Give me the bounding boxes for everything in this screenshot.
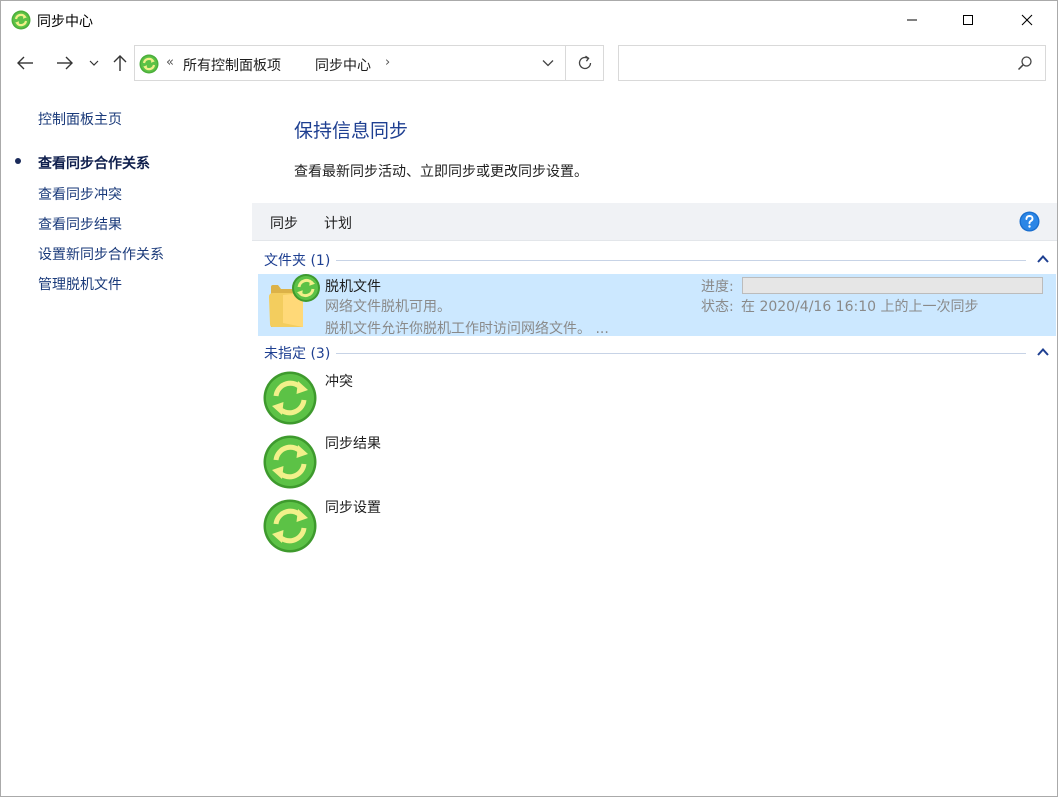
help-icon[interactable] (1019, 211, 1040, 232)
sidebar-item-view-partnerships[interactable]: 查看同步合作关系 (38, 153, 150, 173)
breadcrumb-sync-center[interactable]: 同步中心 (315, 55, 371, 75)
sync-progress-bar (742, 277, 1043, 294)
sync-center-window: 同步中心 « 所有控制面板项 同步中心 › 控制面板主页 查看同步合作关系 查看… (0, 0, 1058, 797)
group-divider (334, 260, 1026, 261)
item-description: 脱机文件允许你脱机工作时访问网络文件。 ... (325, 321, 609, 337)
chevron-up-icon[interactable] (1036, 252, 1050, 266)
sync-icon (263, 499, 317, 553)
chevron-down-icon (542, 60, 554, 67)
back-button[interactable] (13, 51, 37, 75)
window-title: 同步中心 (37, 14, 93, 30)
chevron-down-icon (89, 60, 99, 66)
conflicts-item[interactable]: 冲突 (258, 369, 558, 429)
title-bar: 同步中心 (1, 1, 1057, 39)
sync-settings-item[interactable]: 同步设置 (258, 497, 558, 557)
sync-button[interactable]: 同步 (270, 213, 298, 233)
group-header-unspecified[interactable]: 未指定 (3) (264, 343, 1054, 363)
refresh-button[interactable] (565, 46, 604, 80)
search-box[interactable] (618, 45, 1046, 81)
sync-icon (263, 371, 317, 425)
sync-results-item[interactable]: 同步结果 (258, 433, 558, 493)
status-text: 在 2020/4/16 16:10 上的上一次同步 (741, 299, 979, 315)
up-button[interactable] (109, 51, 131, 75)
maximize-button[interactable] (945, 1, 991, 39)
address-bar[interactable]: « 所有控制面板项 同步中心 › (134, 45, 604, 81)
close-button[interactable] (1004, 1, 1050, 39)
group-divider (336, 353, 1026, 354)
recent-locations-button[interactable] (87, 51, 101, 75)
sidebar-item-manage-offline-files[interactable]: 管理脱机文件 (38, 274, 122, 294)
arrow-right-icon (57, 56, 73, 70)
search-icon[interactable] (1017, 55, 1033, 71)
progress-label: 进度: (701, 279, 734, 295)
minimize-button[interactable] (889, 1, 935, 39)
arrow-up-icon (113, 55, 127, 71)
sync-center-icon (11, 10, 31, 30)
navigation-bar: « 所有控制面板项 同步中心 › (1, 43, 1057, 83)
sidebar-item-view-results[interactable]: 查看同步结果 (38, 214, 122, 234)
item-subtitle: 网络文件脱机可用。 (325, 299, 451, 315)
page-title: 保持信息同步 (294, 120, 409, 142)
minimize-icon (907, 19, 917, 21)
sync-center-icon (139, 54, 159, 74)
close-icon (1021, 14, 1033, 26)
maximize-icon (963, 15, 973, 25)
item-name: 同步设置 (325, 500, 381, 516)
group-label: 文件夹 (1) (264, 250, 337, 270)
sidebar-item-setup-partnership[interactable]: 设置新同步合作关系 (38, 244, 164, 264)
forward-button[interactable] (53, 51, 77, 75)
item-name: 冲突 (325, 374, 353, 390)
search-input[interactable] (625, 52, 1005, 74)
page-description: 查看最新同步活动、立即同步或更改同步设置。 (294, 164, 588, 180)
command-toolbar: 同步 计划 (252, 203, 1057, 241)
address-dropdown-button[interactable] (531, 46, 565, 80)
active-item-bullet (15, 158, 21, 164)
sidebar-item-control-panel-home[interactable]: 控制面板主页 (38, 109, 122, 129)
arrow-left-icon (17, 56, 33, 70)
sidebar-item-view-conflicts[interactable]: 查看同步冲突 (38, 184, 122, 204)
group-label: 未指定 (3) (264, 343, 337, 363)
status-label: 状态: (701, 299, 734, 315)
item-name: 脱机文件 (325, 279, 381, 295)
refresh-icon (578, 55, 592, 70)
schedule-button[interactable]: 计划 (324, 213, 352, 233)
breadcrumb-separator[interactable]: › (385, 55, 390, 70)
folder-sync-icon (269, 274, 320, 327)
item-name: 同步结果 (325, 436, 381, 452)
breadcrumb-control-panel[interactable]: 所有控制面板项 (183, 55, 281, 75)
breadcrumb-overflow[interactable]: « (166, 55, 174, 70)
group-header-folders[interactable]: 文件夹 (1) (264, 250, 1054, 270)
sync-icon (263, 435, 317, 489)
chevron-up-icon[interactable] (1036, 345, 1050, 359)
